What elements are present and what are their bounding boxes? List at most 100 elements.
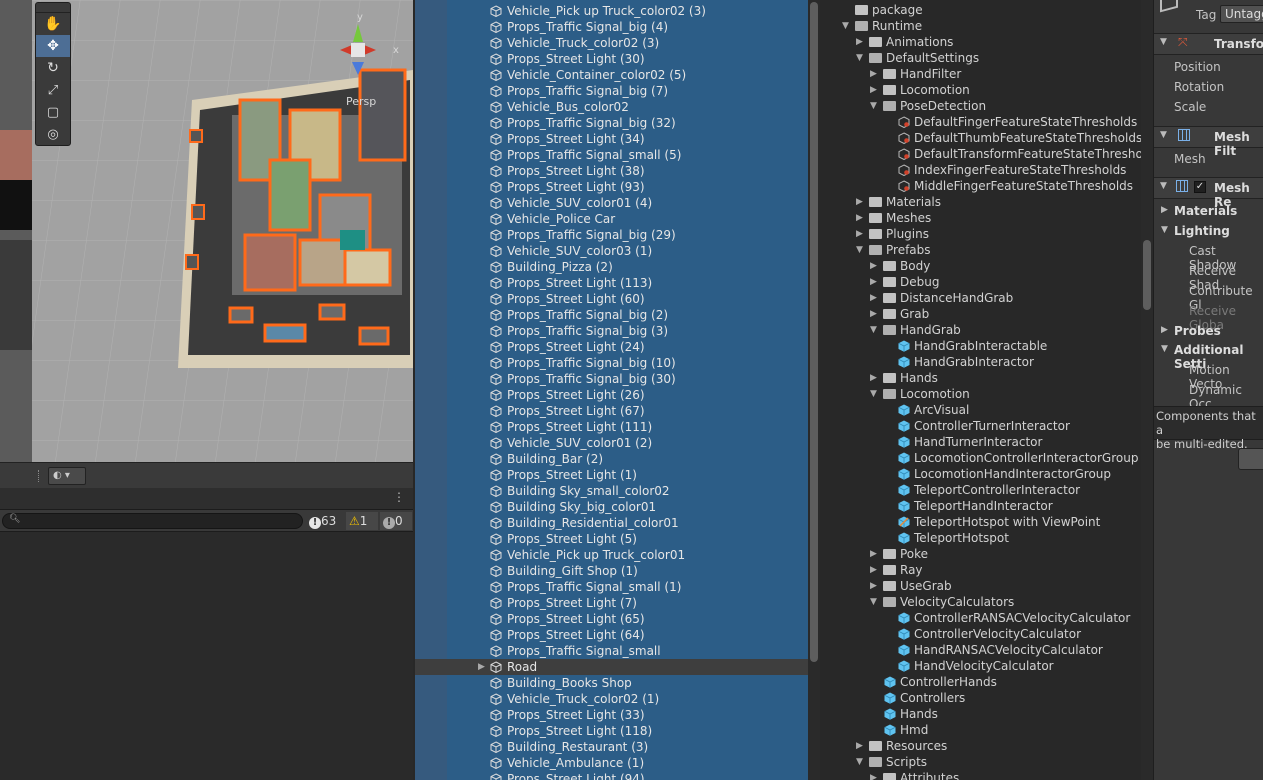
chevron-right-icon[interactable]: ▶ <box>856 738 863 754</box>
hierarchy-row[interactable]: Vehicle_Pick up Truck_color02 (3) <box>415 3 808 19</box>
console-search-field[interactable]: 🔍︎ <box>2 513 303 529</box>
chevron-right-icon[interactable]: ▶ <box>870 370 877 386</box>
hierarchy-row[interactable]: Props_Street Light (7) <box>415 595 808 611</box>
project-item[interactable]: ▶ Poke <box>821 546 1141 562</box>
project-item[interactable]: ▶ Locomotion <box>821 82 1141 98</box>
hierarchy-row[interactable]: Building_Gift Shop (1) <box>415 563 808 579</box>
hierarchy-row[interactable]: Props_Traffic Signal_big (3) <box>415 323 808 339</box>
hierarchy-row[interactable]: Vehicle_Ambulance (1) <box>415 755 808 771</box>
hierarchy-row[interactable]: Vehicle_SUV_color01 (2) <box>415 435 808 451</box>
project-item[interactable]: ▶ HandFilter <box>821 66 1141 82</box>
chevron-down-icon[interactable]: ▼ <box>856 242 863 258</box>
hierarchy-row[interactable]: Props_Traffic Signal_small (1) <box>415 579 808 595</box>
probes-label[interactable]: Probes <box>1174 324 1221 338</box>
chevron-right-icon[interactable]: ▶ <box>870 258 877 274</box>
hierarchy-scrollbar[interactable] <box>808 0 820 780</box>
project-item[interactable]: ▶ Resources <box>821 738 1141 754</box>
project-item[interactable]: ▶ Grab <box>821 306 1141 322</box>
project-item[interactable]: TeleportHotspot <box>821 530 1141 546</box>
project-item[interactable]: ▶ Attributes <box>821 770 1141 780</box>
chevron-right-icon[interactable]: ▶ <box>870 306 877 322</box>
chevron-right-icon[interactable]: ▶ <box>870 274 877 290</box>
hierarchy-row[interactable]: Props_Traffic Signal_big (29) <box>415 227 808 243</box>
project-item[interactable]: ▶ Meshes <box>821 210 1141 226</box>
project-item[interactable]: package <box>821 2 1141 18</box>
hierarchy-row[interactable]: Props_Traffic Signal_big (7) <box>415 83 808 99</box>
camera-dropdown[interactable]: ◐ ▾ <box>48 467 86 485</box>
console-warnings-toggle[interactable]: ⚠1 <box>346 512 378 530</box>
project-item[interactable]: LocomotionControllerInteractorGroup <box>821 450 1141 466</box>
project-item[interactable]: ▶ Animations <box>821 34 1141 50</box>
project-item[interactable]: LocomotionHandInteractorGroup <box>821 466 1141 482</box>
chevron-right-icon[interactable]: ▶ <box>870 562 877 578</box>
hierarchy-row[interactable]: Props_Traffic Signal_small (5) <box>415 147 808 163</box>
transform-header[interactable]: ▼ ⤧ Transfor <box>1154 33 1263 55</box>
hierarchy-row[interactable]: Props_Street Light (93) <box>415 179 808 195</box>
project-item[interactable]: HandRANSACVelocityCalculator <box>821 642 1141 658</box>
project-item[interactable]: ▶ Debug <box>821 274 1141 290</box>
project-item[interactable]: IndexFingerFeatureStateThresholds <box>821 162 1141 178</box>
project-scroll-thumb[interactable] <box>1143 240 1151 310</box>
hierarchy-row[interactable]: Vehicle_Container_color02 (5) <box>415 67 808 83</box>
hierarchy-row[interactable]: Props_Street Light (5) <box>415 531 808 547</box>
project-item[interactable]: ControllerRANSACVelocityCalculator <box>821 610 1141 626</box>
hierarchy-row[interactable]: Vehicle_Truck_color02 (1) <box>415 691 808 707</box>
hierarchy-row[interactable]: Props_Traffic Signal_big (30) <box>415 371 808 387</box>
hierarchy-row[interactable]: Props_Street Light (118) <box>415 723 808 739</box>
hierarchy-row[interactable]: Props_Traffic Signal_big (4) <box>415 19 808 35</box>
foldout-arrow-icon[interactable]: ▼ <box>1160 37 1167 47</box>
scene-view[interactable]: y x Persp ✋ ✥ ↻ ⤢ ▢ ◎ ◐ ▾ <box>0 0 413 488</box>
hierarchy-row[interactable]: Props_Street Light (65) <box>415 611 808 627</box>
chevron-down-icon[interactable]: ▼ <box>870 98 877 114</box>
project-item[interactable]: HandTurnerInteractor <box>821 434 1141 450</box>
chevron-right-icon[interactable]: ▶ <box>870 578 877 594</box>
hierarchy-row[interactable]: Props_Street Light (30) <box>415 51 808 67</box>
foldout-arrow-icon[interactable]: ▼ <box>1161 344 1168 354</box>
materials-label[interactable]: Materials <box>1174 204 1237 218</box>
console-search-input[interactable] <box>21 515 291 527</box>
project-item[interactable]: MiddleFingerFeatureStateThresholds <box>821 178 1141 194</box>
hierarchy-row[interactable]: Props_Street Light (38) <box>415 163 808 179</box>
move-tool-icon[interactable]: ✥ <box>36 35 70 57</box>
foldout-arrow-icon[interactable]: ▼ <box>1160 130 1167 140</box>
add-component-button[interactable] <box>1238 448 1263 470</box>
foldout-arrow-icon[interactable]: ▶ <box>1161 205 1168 215</box>
project-item[interactable]: ▶ Body <box>821 258 1141 274</box>
project-item[interactable]: ▶ Materials <box>821 194 1141 210</box>
project-item[interactable]: Hands <box>821 706 1141 722</box>
mesh-renderer-header[interactable]: ▼ ✓ Mesh Re <box>1154 177 1263 209</box>
hierarchy-row[interactable]: Props_Street Light (94) <box>415 771 808 780</box>
hierarchy-row[interactable]: Vehicle_Truck_color02 (3) <box>415 35 808 51</box>
project-item[interactable]: HandGrabInteractable <box>821 338 1141 354</box>
project-item[interactable]: ▼ Runtime <box>821 18 1141 34</box>
chevron-down-icon[interactable]: ▼ <box>870 322 877 338</box>
hierarchy-row[interactable]: Props_Street Light (33) <box>415 707 808 723</box>
transform-tool-icon[interactable]: ◎ <box>36 123 70 145</box>
hand-tool-icon[interactable]: ✋ <box>36 13 70 35</box>
hierarchy-row[interactable]: Building Sky_big_color01 <box>415 499 808 515</box>
hierarchy-row[interactable]: Props_Traffic Signal_small <box>415 643 808 659</box>
hierarchy-row[interactable]: Vehicle_Bus_color02 <box>415 99 808 115</box>
hierarchy-row[interactable]: Props_Street Light (26) <box>415 387 808 403</box>
foldout-arrow-icon[interactable]: ▼ <box>1160 181 1167 191</box>
project-item[interactable]: ▼ VelocityCalculators <box>821 594 1141 610</box>
chevron-right-icon[interactable]: ▶ <box>870 290 877 306</box>
project-item[interactable]: TeleportHandInteractor <box>821 498 1141 514</box>
lighting-label[interactable]: Lighting <box>1174 224 1230 238</box>
project-item[interactable]: ▶ Plugins <box>821 226 1141 242</box>
project-item[interactable]: HandVelocityCalculator <box>821 658 1141 674</box>
hierarchy-row[interactable]: Building_Bar (2) <box>415 451 808 467</box>
project-item[interactable]: ▼ PoseDetection <box>821 98 1141 114</box>
project-item[interactable]: HandGrabInteractor <box>821 354 1141 370</box>
chevron-down-icon[interactable]: ▼ <box>856 754 863 770</box>
project-item[interactable]: ▼ HandGrab <box>821 322 1141 338</box>
expand-arrow-icon[interactable]: ▶ <box>478 659 485 675</box>
hierarchy-row[interactable]: Props_Street Light (67) <box>415 403 808 419</box>
enabled-checkbox[interactable]: ✓ <box>1194 181 1206 193</box>
chevron-down-icon[interactable]: ▼ <box>842 18 849 34</box>
hierarchy-row[interactable]: Props_Traffic Signal_big (2) <box>415 307 808 323</box>
project-item[interactable]: ▼ Scripts <box>821 754 1141 770</box>
project-item[interactable]: ▶ UseGrab <box>821 578 1141 594</box>
tag-dropdown[interactable]: Untagg <box>1220 5 1263 23</box>
hierarchy-row[interactable]: Props_Street Light (60) <box>415 291 808 307</box>
